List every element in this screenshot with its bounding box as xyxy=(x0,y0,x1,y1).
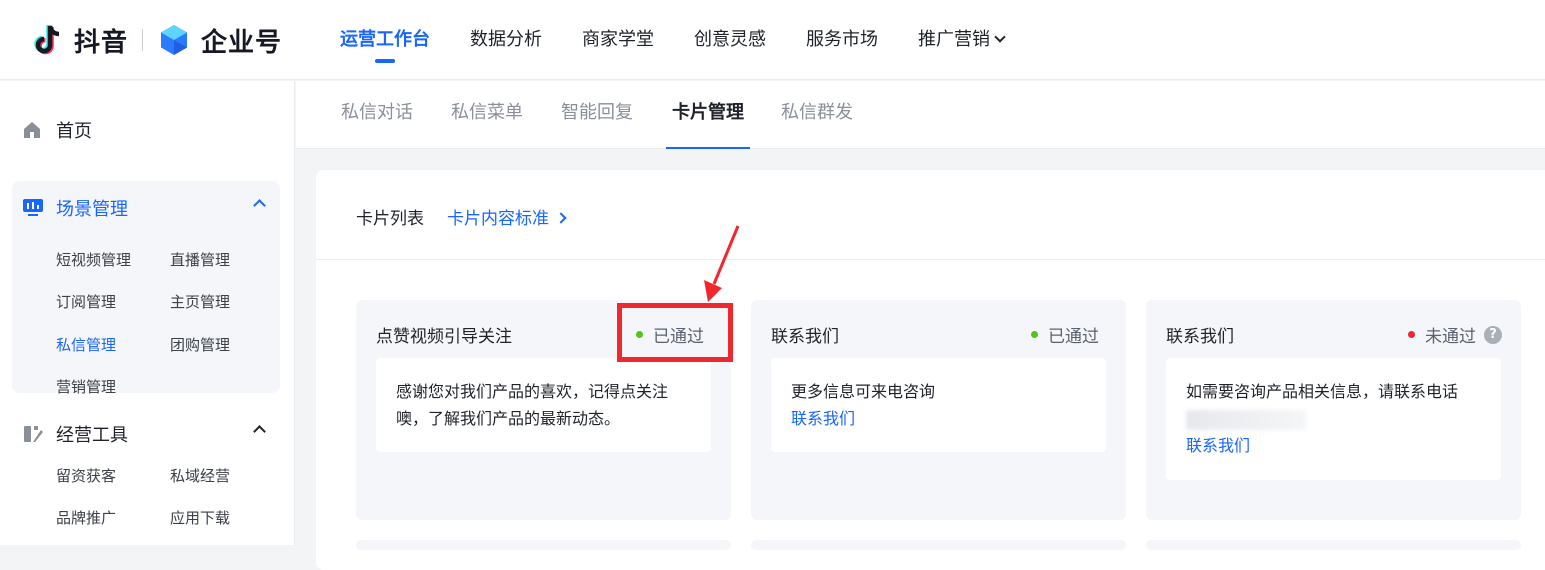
tab-bar: 私信对话 私信菜单 智能回复 卡片管理 私信群发 xyxy=(296,81,1545,149)
nav-item-merchant-school[interactable]: 商家学堂 xyxy=(582,0,654,80)
sidebar-group-header-scene[interactable]: 场景管理 xyxy=(22,195,270,221)
card-item-partial xyxy=(751,540,1126,550)
contact-us-link[interactable]: 联系我们 xyxy=(791,405,1086,432)
sidebar-item-private-domain[interactable]: 私域经营 xyxy=(170,465,230,486)
sidebar-item-leads[interactable]: 留资获客 xyxy=(56,465,116,486)
panel-title: 卡片列表 xyxy=(356,209,424,229)
panel-header: 卡片列表 卡片内容标准 xyxy=(316,170,1545,260)
card-title: 联系我们 xyxy=(1166,327,1234,347)
nav-item-workbench[interactable]: 运营工作台 xyxy=(340,0,430,80)
brand-name: 抖音 xyxy=(74,27,129,58)
redacted-phone xyxy=(1186,409,1306,430)
douyin-logo-icon xyxy=(34,25,60,55)
top-bar: 抖音 企业号 运营工作台 数据分析 商家学堂 创意灵感 服务市场 推广营销 xyxy=(0,0,1545,80)
card-content: 感谢您对我们产品的喜欢，记得点关注噢，了解我们产品的最新动态。 xyxy=(376,358,711,452)
nav-item-creative[interactable]: 创意灵感 xyxy=(694,0,766,80)
tools-icon xyxy=(24,426,43,442)
sidebar-item-live[interactable]: 直播管理 xyxy=(170,249,230,270)
card-content: 更多信息可来电咨询 联系我们 xyxy=(771,358,1106,452)
home-icon xyxy=(24,122,40,138)
contact-us-link[interactable]: 联系我们 xyxy=(1186,432,1481,459)
chevron-down-icon xyxy=(994,31,1006,43)
tab-smart-reply[interactable]: 智能回复 xyxy=(561,81,633,149)
card-item-partial xyxy=(356,540,731,550)
tab-private-menu[interactable]: 私信菜单 xyxy=(451,81,523,149)
nav-item-promotion[interactable]: 推广营销 xyxy=(918,0,1006,80)
sidebar-group-header-tools[interactable]: 经营工具 xyxy=(22,421,270,447)
card-content: 如需要咨询产品相关信息，请联系电话 联系我们 xyxy=(1166,358,1501,480)
annotation-arrow-icon xyxy=(704,225,740,302)
sidebar-item-marketing[interactable]: 营销管理 xyxy=(56,376,116,397)
nav-item-data-analysis[interactable]: 数据分析 xyxy=(470,0,542,80)
brand-divider xyxy=(142,29,144,51)
status-badge: 已通过 xyxy=(1031,322,1099,347)
status-dot-icon xyxy=(1408,331,1415,338)
card-title: 点赞视频引导关注 xyxy=(376,327,512,347)
sidebar-item-private-message[interactable]: 私信管理 xyxy=(56,334,116,355)
card-title: 联系我们 xyxy=(771,327,839,347)
card-body-text: 如需要咨询产品相关信息，请联系电话 xyxy=(1186,382,1459,401)
tab-private-chat[interactable]: 私信对话 xyxy=(341,81,413,149)
status-dot-icon xyxy=(1031,331,1038,338)
monitor-icon xyxy=(23,199,43,216)
sidebar-item-app-download[interactable]: 应用下载 xyxy=(170,507,230,528)
sidebar-item-home[interactable]: 首页 xyxy=(22,117,92,143)
brand[interactable]: 抖音 企业号 xyxy=(30,20,282,60)
sidebar-item-group-buy[interactable]: 团购管理 xyxy=(170,334,230,355)
enterprise-logo-icon xyxy=(161,25,188,55)
card-body-text: 更多信息可来电咨询 xyxy=(791,382,936,401)
enterprise-name: 企业号 xyxy=(201,27,283,58)
sidebar-home-label: 首页 xyxy=(56,121,92,142)
nav-item-service-market[interactable]: 服务市场 xyxy=(806,0,878,80)
sidebar-item-subscription[interactable]: 订阅管理 xyxy=(56,291,116,312)
chevron-up-icon[interactable] xyxy=(253,425,266,438)
sidebar-item-brand-promo[interactable]: 品牌推广 xyxy=(56,507,116,528)
annotation-highlight-box xyxy=(617,303,733,362)
top-nav: 运营工作台 数据分析 商家学堂 创意灵感 服务市场 推广营销 xyxy=(340,0,1044,80)
status-badge: 未通过 ? xyxy=(1408,322,1502,347)
card-item-partial xyxy=(1146,540,1521,550)
sidebar-item-short-video[interactable]: 短视频管理 xyxy=(56,249,131,270)
tab-card-management[interactable]: 卡片管理 xyxy=(666,81,750,149)
card-standard-link[interactable]: 卡片内容标准 xyxy=(447,204,567,229)
card-body-text: 感谢您对我们产品的喜欢，记得点关注噢，了解我们产品的最新动态。 xyxy=(396,382,669,428)
help-icon[interactable]: ? xyxy=(1484,325,1502,344)
sidebar: 首页 场景管理 短视频管理 直播管理 订阅管理 主页管理 私信管理 团购管理 营… xyxy=(0,81,295,545)
sidebar-group-tools: 经营工具 留资获客 私域经营 品牌推广 应用下载 xyxy=(12,411,280,551)
sidebar-item-homepage[interactable]: 主页管理 xyxy=(170,291,230,312)
card-item[interactable]: 联系我们 已通过 更多信息可来电咨询 联系我们 xyxy=(751,300,1126,520)
status-text: 未通过 xyxy=(1425,327,1476,347)
chevron-up-icon[interactable] xyxy=(253,199,266,212)
sidebar-group-scene: 场景管理 短视频管理 直播管理 订阅管理 主页管理 私信管理 团购管理 营销管理 xyxy=(12,181,280,396)
tab-mass-message[interactable]: 私信群发 xyxy=(781,81,853,149)
sidebar-group-title: 经营工具 xyxy=(56,425,128,446)
card-standard-link-label: 卡片内容标准 xyxy=(447,209,549,229)
chevron-right-icon xyxy=(555,212,567,224)
card-item[interactable]: 联系我们 未通过 ? 如需要咨询产品相关信息，请联系电话 联系我们 xyxy=(1146,300,1521,520)
sidebar-group-title: 场景管理 xyxy=(56,199,128,220)
nav-item-promotion-label: 推广营销 xyxy=(918,29,990,50)
status-text: 已通过 xyxy=(1048,327,1099,347)
